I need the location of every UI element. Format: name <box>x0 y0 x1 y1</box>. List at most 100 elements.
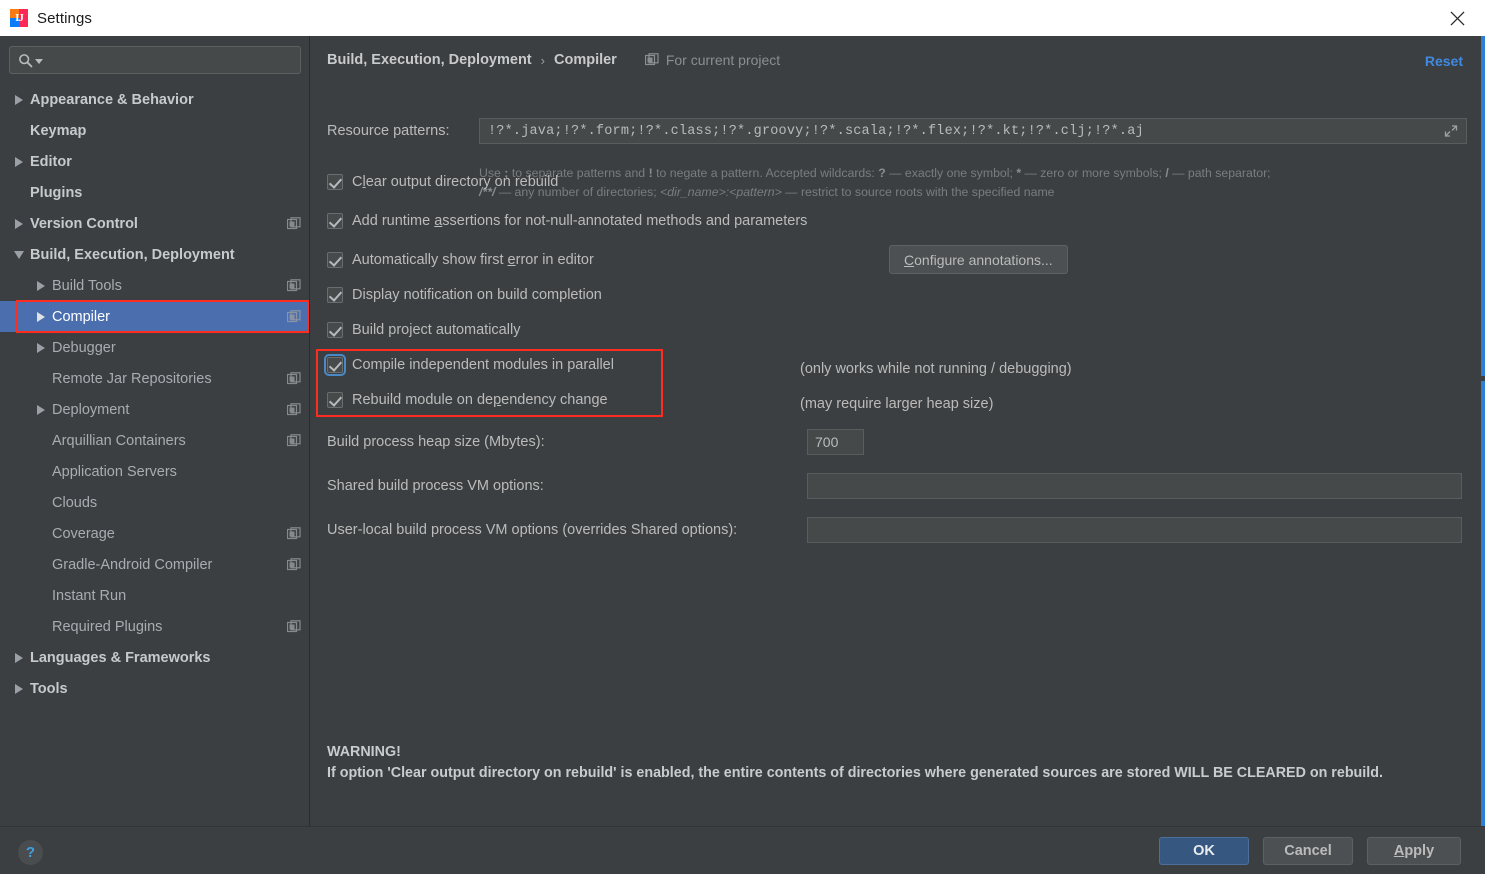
checkmark-icon[interactable] <box>327 287 343 303</box>
cancel-button[interactable]: Cancel <box>1263 837 1353 865</box>
sidebar-item-editor[interactable]: Editor <box>0 146 309 177</box>
warning-body: If option 'Clear output directory on reb… <box>327 765 1383 781</box>
breadcrumb-separator: › <box>540 52 545 68</box>
search-input[interactable] <box>49 52 292 68</box>
chevron-right-icon[interactable] <box>30 311 52 322</box>
warning-text: WARNING! If option 'Clear output directo… <box>327 742 1442 784</box>
sidebar-item-languages-frameworks[interactable]: Languages & Frameworks <box>0 642 309 673</box>
checkbox-display-notification-on-build-completion[interactable]: Display notification on build completion <box>327 287 602 303</box>
chevron-right-icon[interactable] <box>30 404 52 415</box>
shared-vm-options-input[interactable] <box>815 478 1454 494</box>
search-icon <box>19 53 33 67</box>
sidebar-item-plugins[interactable]: Plugins <box>0 177 309 208</box>
user-local-vm-options-label: User-local build process VM options (ove… <box>327 522 738 538</box>
hint-line-2: /**/ — any number of directories; <dir_n… <box>479 185 1055 199</box>
sidebar-item-clouds[interactable]: Clouds <box>0 487 309 518</box>
chevron-right-icon[interactable] <box>8 652 30 663</box>
sidebar-item-application-servers[interactable]: Application Servers <box>0 456 309 487</box>
search-wrapper <box>0 36 309 80</box>
checkbox-label: Automatically show first error in editor <box>352 252 594 268</box>
sidebar-item-label: Arquillian Containers <box>52 432 186 449</box>
sidebar-item-tools[interactable]: Tools <box>0 673 309 704</box>
project-scope-icon <box>287 216 301 229</box>
window-title: Settings <box>37 9 92 27</box>
sidebar-item-instant-run[interactable]: Instant Run <box>0 580 309 611</box>
user-local-vm-options-row: User-local build process VM options (ove… <box>327 517 1467 543</box>
checkbox-label: Display notification on build completion <box>352 287 602 303</box>
project-scope-icon <box>287 619 301 632</box>
sidebar-item-version-control[interactable]: Version Control <box>0 208 309 239</box>
scrollbar-thumb-lower[interactable] <box>1481 381 1485 826</box>
sidebar-item-remote-jar-repositories[interactable]: Remote Jar Repositories <box>0 363 309 394</box>
chevron-down-icon[interactable] <box>35 59 43 64</box>
settings-tree: Appearance & Behavior Keymap Editor Plugins… <box>0 84 309 704</box>
ok-button[interactable]: OK <box>1159 837 1249 865</box>
chevron-right-icon[interactable] <box>30 342 52 353</box>
help-button[interactable]: ? <box>18 840 43 865</box>
sidebar-item-build-tools[interactable]: Build Tools <box>0 270 309 301</box>
sidebar-item-label: Keymap <box>30 122 87 139</box>
sidebar-item-compiler[interactable]: Compiler <box>0 301 309 332</box>
checkbox-add-runtime-assertions-for-not-null-annotate[interactable]: Add runtime assertions for not-null-anno… <box>327 213 807 229</box>
checkmark-icon[interactable] <box>324 354 346 376</box>
chevron-right-icon[interactable] <box>8 156 30 167</box>
sidebar-item-coverage[interactable]: Coverage <box>0 518 309 549</box>
expand-icon[interactable] <box>1444 124 1458 138</box>
compiler-settings-panel: Build, Execution, Deployment › Compiler … <box>311 36 1485 826</box>
sidebar-item-gradle-android-compiler[interactable]: Gradle-Android Compiler <box>0 549 309 580</box>
scrollbar-thumb-upper[interactable] <box>1481 36 1485 376</box>
checkbox-label: Clear output directory on rebuild <box>352 174 559 190</box>
chevron-down-icon[interactable] <box>8 250 30 259</box>
chevron-right-icon[interactable] <box>8 683 30 694</box>
reset-link[interactable]: Reset <box>1425 53 1463 69</box>
resource-patterns-input[interactable] <box>488 123 1444 139</box>
sidebar-item-label: Languages & Frameworks <box>30 649 211 666</box>
heap-size-field[interactable] <box>807 429 864 455</box>
project-scope-icon <box>287 433 301 446</box>
sidebar-item-required-plugins[interactable]: Required Plugins <box>0 611 309 642</box>
sidebar-item-appearance-behavior[interactable]: Appearance & Behavior <box>0 84 309 115</box>
close-icon[interactable] <box>1429 0 1485 36</box>
sidebar-item-arquillian-containers[interactable]: Arquillian Containers <box>0 425 309 456</box>
shared-vm-options-row: Shared build process VM options: <box>327 473 1467 499</box>
sidebar-item-label: Appearance & Behavior <box>30 91 194 108</box>
checkmark-icon[interactable] <box>327 392 343 408</box>
chevron-right-icon[interactable] <box>30 280 52 291</box>
chevron-right-icon[interactable] <box>8 218 30 229</box>
checkbox-automatically-show-first-error-in-editor[interactable]: Automatically show first error in editor <box>327 252 594 268</box>
checkbox-compile-independent-modules-in-parallel[interactable]: Compile independent modules in parallel <box>324 354 614 376</box>
settings-sidebar: Appearance & Behavior Keymap Editor Plugins… <box>0 36 310 826</box>
checkmark-icon[interactable] <box>327 322 343 338</box>
checkbox-rebuild-module-on-dependency-change[interactable]: Rebuild module on dependency change <box>327 392 608 408</box>
configure-annotations-button[interactable]: Configure annotations... <box>889 245 1068 274</box>
vertical-scrollbar[interactable] <box>1481 36 1485 826</box>
sidebar-item-deployment[interactable]: Deployment <box>0 394 309 425</box>
checkmark-icon[interactable] <box>327 213 343 229</box>
intellij-idea-icon: IJ <box>10 9 28 27</box>
sidebar-item-label: Coverage <box>52 525 115 542</box>
checkmark-icon[interactable] <box>327 252 343 268</box>
sidebar-item-keymap[interactable]: Keymap <box>0 115 309 146</box>
search-box[interactable] <box>9 46 301 74</box>
heap-size-label: Build process heap size (Mbytes): <box>327 434 545 450</box>
shared-vm-options-label: Shared build process VM options: <box>327 478 544 494</box>
sidebar-item-label: Compiler <box>52 308 111 325</box>
shared-vm-options-field[interactable] <box>807 473 1462 499</box>
heap-size-input[interactable] <box>815 434 856 450</box>
checkbox-label: Add runtime assertions for not-null-anno… <box>352 213 808 229</box>
checkbox-build-project-automatically[interactable]: Build project automatically <box>327 322 520 338</box>
sidebar-item-build-execution-deployment[interactable]: Build, Execution, Deployment <box>0 239 309 270</box>
sidebar-item-debugger[interactable]: Debugger <box>0 332 309 363</box>
title-bar: IJ Settings <box>0 0 1485 36</box>
user-local-vm-options-input[interactable] <box>815 522 1454 538</box>
chevron-right-icon[interactable] <box>8 94 30 105</box>
checkmark-icon[interactable] <box>327 174 343 190</box>
breadcrumb-root[interactable]: Build, Execution, Deployment <box>327 52 532 68</box>
sidebar-item-label: Deployment <box>52 401 130 418</box>
hint-line-1: Use ; to separate patterns and ! to nega… <box>479 166 1271 180</box>
resource-patterns-field[interactable] <box>479 118 1467 144</box>
checkbox-clear-output-directory-on-rebuild[interactable]: Clear output directory on rebuild <box>327 174 558 190</box>
apply-mnemonic: A <box>1393 843 1405 859</box>
user-local-vm-options-field[interactable] <box>807 517 1462 543</box>
apply-button[interactable]: Apply <box>1367 837 1461 865</box>
